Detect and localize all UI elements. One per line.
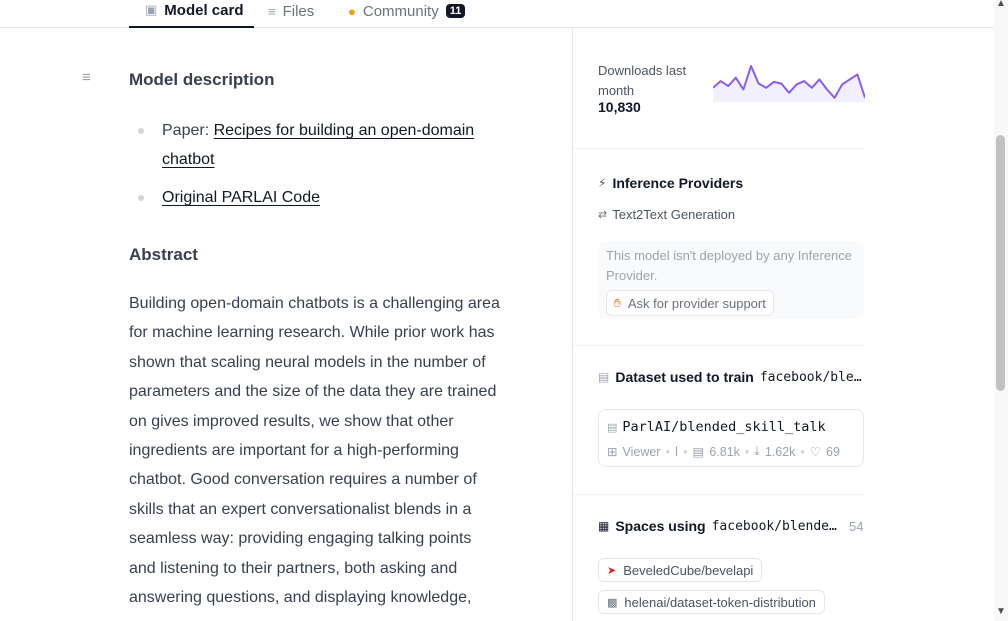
dataset-meta: ⊞ Viewer • ǀ • ▤ 6.81k • ⤓ 1.62k • ♡ 69 — [607, 444, 840, 459]
divider — [573, 494, 865, 495]
spaces-section-title: ▦ Spaces using facebook/blende… — [598, 518, 837, 534]
dataset-section-title: ▤ Dataset used to train facebook/ble… — [598, 369, 862, 385]
dataset-name: ParlAI/blended_skill_talk — [622, 419, 826, 435]
list-item: Original PARLAI Code — [129, 183, 509, 212]
separator-dot: • — [800, 444, 805, 459]
community-icon: ● — [348, 3, 356, 19]
updated-marker: ǀ — [674, 444, 679, 459]
inference-providers-label: Inference Providers — [612, 175, 744, 191]
scroll-down-arrow-icon[interactable]: ▼ — [996, 606, 1006, 617]
downloads-count: 1.62k — [764, 444, 796, 459]
likes-count: 69 — [826, 444, 840, 459]
scroll-up-arrow-icon[interactable]: ▲ — [996, 0, 1006, 9]
dataset-card[interactable]: ▤ ParlAI/blended_skill_talk ⊞ Viewer • ǀ… — [598, 409, 864, 467]
link-prefix: Paper: — [162, 122, 214, 139]
space-chip[interactable]: ▩ helenai/dataset-token-distribution — [598, 590, 825, 614]
ask-provider-support-button[interactable]: ✋︎ Ask for provider support — [606, 290, 774, 316]
abstract-paragraph: Building open-domain chatbots is a chall… — [129, 295, 500, 607]
list-item: Paper: Recipes for building an open-doma… — [129, 116, 509, 174]
viewer-icon: ⊞ — [607, 445, 618, 459]
space-chip[interactable]: ➤ BeveledCube/bevelapi — [598, 558, 763, 582]
task-label[interactable]: Text2Text Generation — [612, 207, 735, 222]
rows-icon: ▤ — [692, 445, 705, 459]
lightning-icon: ⚡︎ — [598, 176, 607, 190]
heart-icon: ♡ — [809, 445, 822, 459]
dataset-title-prefix: Dataset used to train — [615, 369, 754, 385]
downloads-value: 10,830 — [598, 99, 641, 115]
divider — [573, 148, 865, 149]
model-sidebar: Downloads last month 10,830 ⚡︎ Inference… — [572, 28, 865, 621]
dataset-name-row: ▤ ParlAI/blended_skill_talk — [607, 419, 826, 435]
model-tab-bar: ▣ Model card ≡ Files ● Community 11 — [0, 0, 1008, 28]
downloads-label: Downloads last month — [598, 63, 687, 98]
tab-model-card[interactable]: ▣ Model card — [129, 0, 254, 28]
separator-dot: • — [665, 444, 670, 459]
database-icon: ▤ — [607, 420, 618, 434]
cube-icon: ▣ — [145, 2, 158, 17]
files-icon: ≡ — [268, 3, 276, 19]
scroll-thumb[interactable] — [996, 135, 1005, 391]
rocket-icon: ➤ — [607, 564, 617, 577]
robot-icon: ▩ — [607, 596, 618, 609]
abstract-heading: Abstract — [129, 245, 198, 264]
button-label: Ask for provider support — [627, 295, 766, 311]
download-icon: ⤓ — [754, 444, 760, 458]
downloads-sparkline — [713, 65, 865, 102]
parlai-code-link[interactable]: Original PARLAI Code — [162, 189, 320, 206]
tab-label: Community — [362, 2, 439, 20]
link-list: Paper: Recipes for building an open-doma… — [129, 116, 509, 212]
database-icon: ▤ — [598, 370, 610, 384]
spaces-icon: ▦ — [598, 519, 610, 533]
model-description-heading: Model description — [129, 70, 275, 89]
notice-text: This model isn't deployed by any Inferen… — [606, 248, 853, 283]
space-name: BeveledCube/bevelapi — [623, 562, 754, 578]
text2text-icon: ⇄ — [598, 209, 608, 221]
table-of-contents-icon[interactable]: ≡ — [82, 70, 96, 85]
separator-dot: • — [744, 444, 750, 459]
space-name: helenai/dataset-token-distribution — [624, 594, 816, 610]
tab-label: Model card — [164, 1, 244, 19]
tab-label: Files — [282, 2, 315, 20]
spaces-title-prefix: Spaces using — [615, 518, 706, 534]
community-count-badge: 11 — [445, 4, 466, 18]
viewer-label: Viewer — [622, 444, 661, 459]
inference-notice: This model isn't deployed by any Inferen… — [598, 241, 864, 319]
page-scrollbar[interactable]: ▲ ▼ — [994, 0, 1008, 621]
tab-community[interactable]: ● Community 11 — [348, 0, 466, 28]
tab-files[interactable]: ≡ Files — [268, 0, 314, 28]
hand-raise-icon: ✋︎ — [614, 295, 621, 310]
inference-providers-title: ⚡︎ Inference Providers — [598, 175, 743, 191]
spaces-title-model: facebook/blende… — [711, 518, 837, 534]
task-line: ⇄ Text2Text Generation — [598, 207, 735, 222]
divider — [573, 345, 865, 346]
separator-dot: • — [683, 444, 688, 459]
dataset-title-model: facebook/ble… — [759, 369, 862, 385]
rows-count: 6.81k — [709, 444, 740, 459]
spaces-count: 54 — [849, 519, 864, 534]
